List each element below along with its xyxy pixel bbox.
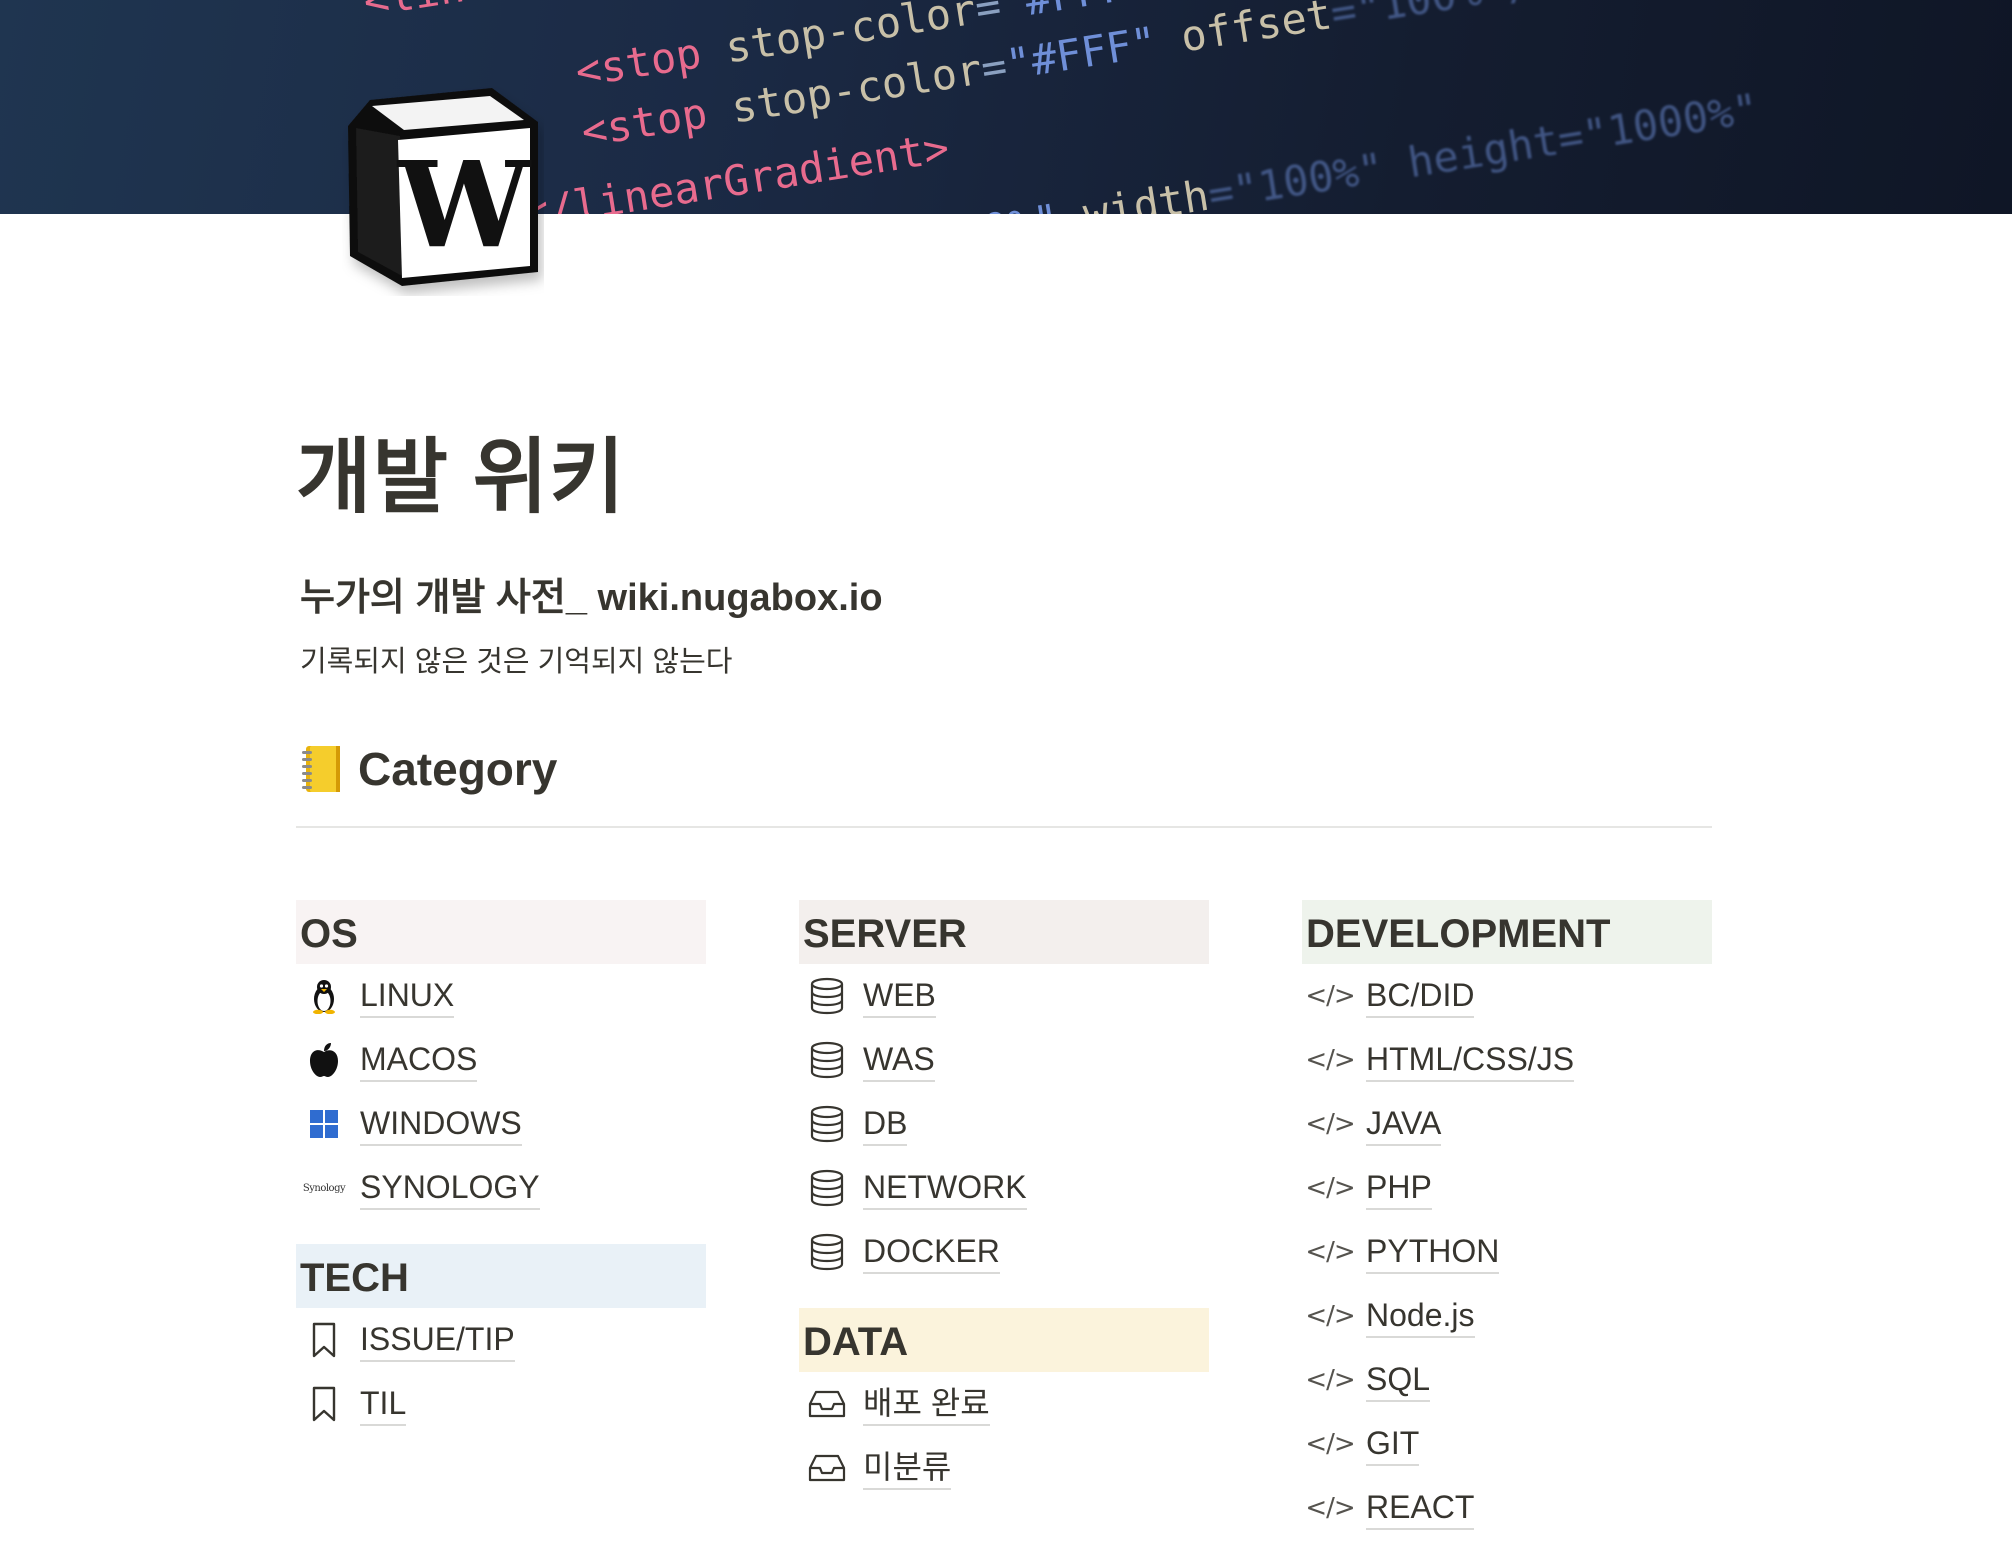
list-item-label: PYTHON [1366,1231,1500,1274]
inbox-tray-icon [807,1384,847,1424]
code-icon: </> [1305,1365,1355,1395]
list-item-label: Node.js [1366,1295,1475,1338]
section-header-server: SERVER [799,900,1209,964]
section-data: DATA 배포 완료 미분류 [799,1308,1209,1500]
list-item-label: ISSUE/TIP [360,1319,515,1362]
page-title: 개발 위키 [296,432,626,523]
notion-wiki-cube-icon: W [348,88,538,286]
code-icon: </> [1305,1429,1355,1459]
section-tech: TECH ISSUE/TIP TIL [296,1244,706,1436]
list-item-label: 배포 완료 [863,1383,990,1426]
code-icon: </> [1305,1301,1355,1331]
inbox-tray-icon [807,1448,847,1488]
section-header-os: OS [296,900,706,964]
list-item-bc-did[interactable]: </> BC/DID [1302,964,1712,1028]
list-item-java[interactable]: </> JAVA [1302,1092,1712,1156]
list-item-windows[interactable]: WINDOWS [296,1092,706,1156]
code-icon: </> [1305,981,1355,1011]
section-development: DEVELOPMENT </> BC/DID </> HTML/CSS/JS <… [1302,900,1712,1540]
code-icon: </> [1305,1237,1355,1267]
list-item-docker[interactable]: DOCKER [799,1220,1209,1284]
code-icon: </> [1305,1173,1355,1203]
list-item-label: MACOS [360,1039,478,1082]
list-item-label: LINUX [360,975,455,1018]
database-icon [807,1104,847,1144]
list-item-label: GIT [1366,1423,1420,1466]
column-os-tech: OS LINUX MACOS WINDOWS Synology SYNOLOGY… [296,900,706,1460]
list-item-label: REACT [1366,1487,1475,1530]
list-item-macos[interactable]: MACOS [296,1028,706,1092]
bookmark-icon [304,1320,344,1360]
column-development: DEVELOPMENT </> BC/DID </> HTML/CSS/JS <… [1302,900,1712,1564]
list-item-web[interactable]: WEB [799,964,1209,1028]
list-item-label: SQL [1366,1359,1431,1402]
list-item-label: BC/DID [1366,975,1475,1018]
section-server: SERVER WEB WAS DB NETWORK DOCKER [799,900,1209,1284]
apple-icon [304,1040,344,1080]
list-item-network[interactable]: NETWORK [799,1156,1209,1220]
list-item-linux[interactable]: LINUX [296,964,706,1028]
category-heading: Category [300,742,557,796]
list-item-til[interactable]: TIL [296,1372,706,1436]
list-item-label: DB [863,1103,908,1146]
list-item-synology[interactable]: Synology SYNOLOGY [296,1156,706,1220]
notebook-icon [302,746,340,792]
list-item-label: SYNOLOGY [360,1167,540,1210]
section-os: OS LINUX MACOS WINDOWS Synology SYNOLOGY [296,900,706,1220]
page-subtitle: 누가의 개발 사전_ wiki.nugabox.io [300,577,883,619]
svg-text:W: W [396,135,532,274]
column-server-data: SERVER WEB WAS DB NETWORK DOCKER DATA 배포… [799,900,1209,1524]
list-item-was[interactable]: WAS [799,1028,1209,1092]
list-item-label: HTML/CSS/JS [1366,1039,1575,1082]
list-item-sql[interactable]: </> SQL [1302,1348,1712,1412]
list-item-label: NETWORK [863,1167,1027,1210]
list-item-deployed[interactable]: 배포 완료 [799,1372,1209,1436]
page-tagline: 기록되지 않은 것은 기억되지 않는다 [300,646,733,678]
list-item-label: WINDOWS [360,1103,522,1146]
section-header-development: DEVELOPMENT [1302,900,1712,964]
list-item-issue-tip[interactable]: ISSUE/TIP [296,1308,706,1372]
code-icon: </> [1305,1493,1355,1523]
database-icon [807,1040,847,1080]
section-header-data: DATA [799,1308,1209,1372]
database-icon [807,976,847,1016]
database-icon [807,1232,847,1272]
section-header-tech: TECH [296,1244,706,1308]
list-item-html-css-js[interactable]: </> HTML/CSS/JS [1302,1028,1712,1092]
list-item-label: WEB [863,975,936,1018]
windows-icon [304,1104,344,1144]
code-icon: </> [1305,1045,1355,1075]
cover-code-line: y="-500%" width="100%" height="1000%" [880,83,1762,214]
code-icon: </> [1305,1109,1355,1139]
list-item-php[interactable]: </> PHP [1302,1156,1712,1220]
list-item-label: TIL [360,1383,407,1426]
cover-image: <linearGradient x1 <stop stop-color="#FF… [0,0,2012,214]
linux-penguin-icon [304,976,344,1016]
synology-logo-icon: Synology [302,1182,346,1194]
list-item-label: JAVA [1366,1103,1442,1146]
category-heading-text: Category [358,743,558,795]
list-item-git[interactable]: </> GIT [1302,1412,1712,1476]
list-item-react[interactable]: </> REACT [1302,1476,1712,1540]
list-item-label: DOCKER [863,1231,1000,1274]
divider [296,826,1712,828]
list-item-label: WAS [863,1039,935,1082]
database-icon [807,1168,847,1208]
list-item-db[interactable]: DB [799,1092,1209,1156]
page-icon[interactable]: W [342,86,544,296]
list-item-nodejs[interactable]: </> Node.js [1302,1284,1712,1348]
list-item-unclassified[interactable]: 미분류 [799,1436,1209,1500]
bookmark-icon [304,1384,344,1424]
list-item-python[interactable]: </> PYTHON [1302,1220,1712,1284]
list-item-label: PHP [1366,1167,1432,1210]
list-item-label: 미분류 [863,1447,952,1490]
